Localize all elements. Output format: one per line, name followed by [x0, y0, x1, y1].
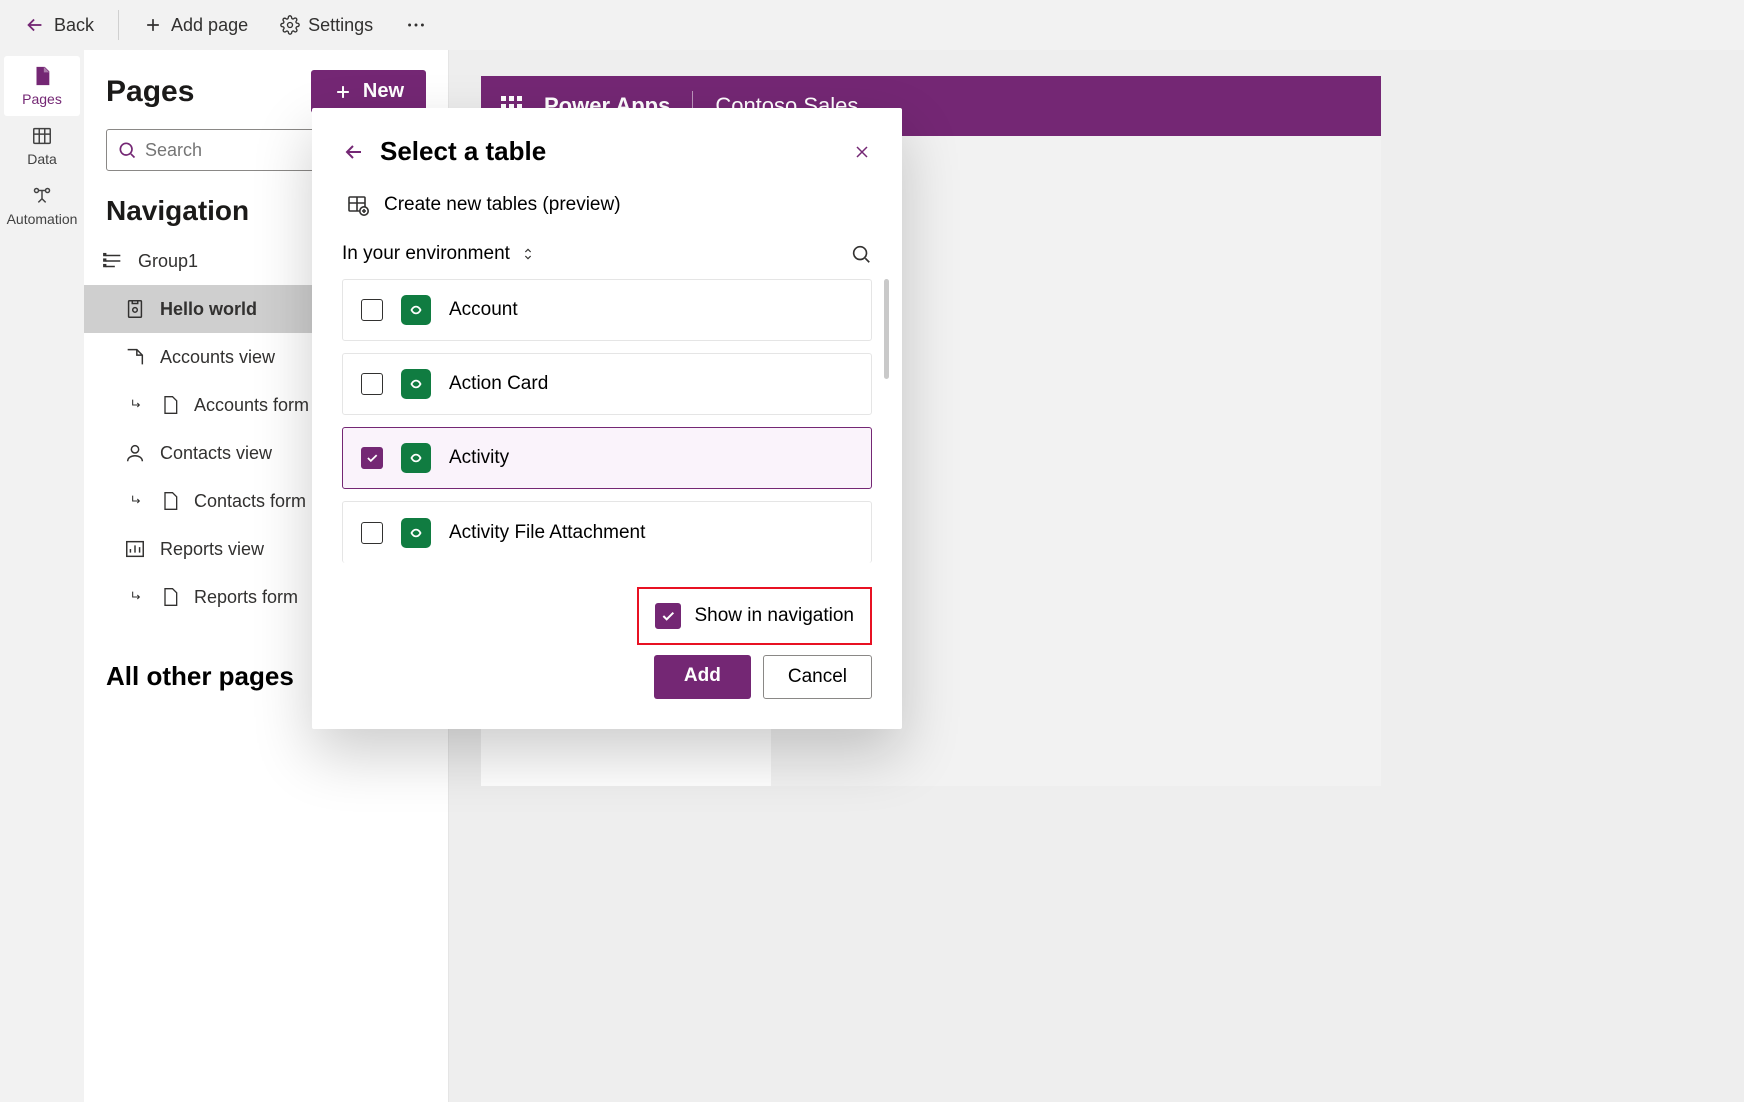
table-label: Action Card	[449, 373, 548, 395]
add-button[interactable]: Add	[654, 655, 751, 699]
new-button[interactable]: New	[311, 70, 426, 113]
table-row-account[interactable]: Account	[342, 279, 872, 341]
search-icon	[117, 140, 137, 160]
left-rail: Pages Data Automation	[0, 50, 84, 1102]
table-label: Activity	[449, 447, 509, 469]
nav-label: Contacts form	[194, 491, 306, 512]
scrollbar[interactable]	[884, 279, 889, 379]
form-icon	[160, 491, 180, 511]
nav-label: Reports form	[194, 587, 298, 608]
dataverse-icon	[401, 443, 431, 473]
arrow-left-icon[interactable]	[342, 140, 366, 164]
search-icon[interactable]	[850, 243, 872, 265]
back-label: Back	[54, 15, 94, 36]
show-in-nav-label: Show in navigation	[695, 605, 855, 627]
page-icon	[31, 65, 53, 87]
more-horizontal-icon	[405, 14, 427, 36]
arrow-left-icon	[24, 14, 46, 36]
create-new-tables-button[interactable]: Create new tables (preview)	[342, 189, 872, 221]
pages-title: Pages	[106, 75, 194, 109]
sort-icon[interactable]	[520, 246, 536, 262]
sub-icon	[130, 397, 146, 413]
rail-label: Data	[27, 151, 57, 167]
nav-label: Contacts view	[160, 443, 272, 464]
nav-label: Reports view	[160, 539, 264, 560]
dataverse-icon	[401, 518, 431, 548]
custom-page-icon	[124, 298, 146, 320]
rail-item-automation[interactable]: Automation	[4, 176, 80, 236]
more-button[interactable]	[391, 8, 441, 42]
sub-icon	[130, 493, 146, 509]
table-row-activity[interactable]: Activity	[342, 427, 872, 489]
nav-label: Group1	[138, 251, 198, 272]
create-new-label: Create new tables (preview)	[384, 194, 621, 216]
person-icon	[124, 442, 146, 464]
settings-button[interactable]: Settings	[266, 9, 387, 42]
settings-label: Settings	[308, 15, 373, 36]
table-label: Account	[449, 299, 518, 321]
chart-icon	[124, 538, 146, 560]
env-label: In your environment	[342, 243, 510, 265]
table-row-action-card[interactable]: Action Card	[342, 353, 872, 415]
add-label: Add	[684, 665, 721, 686]
rail-item-data[interactable]: Data	[4, 116, 80, 176]
plus-icon	[143, 15, 163, 35]
checkbox[interactable]	[361, 299, 383, 321]
close-icon[interactable]	[852, 142, 872, 162]
view-icon	[124, 346, 146, 368]
plus-icon	[333, 82, 353, 102]
nav-label: Hello world	[160, 299, 257, 320]
dataverse-icon	[401, 295, 431, 325]
checkbox[interactable]	[655, 603, 681, 629]
sub-icon	[130, 589, 146, 605]
table-list: Account Action Card Activity Activity Fi…	[342, 279, 872, 563]
rail-label: Pages	[22, 91, 62, 107]
cancel-button[interactable]: Cancel	[763, 655, 872, 699]
nav-label: Accounts form	[194, 395, 309, 416]
nav-label: Accounts view	[160, 347, 275, 368]
table-row-activity-file-attachment[interactable]: Activity File Attachment	[342, 501, 872, 563]
form-icon	[160, 395, 180, 415]
modal-title: Select a table	[380, 136, 838, 167]
rail-item-pages[interactable]: Pages	[4, 56, 80, 116]
back-button[interactable]: Back	[10, 8, 108, 42]
group-icon	[102, 250, 124, 272]
checkbox[interactable]	[361, 447, 383, 469]
table-plus-icon	[346, 193, 370, 217]
toolbar-separator	[118, 10, 119, 40]
select-table-modal: Select a table Create new tables (previe…	[312, 108, 902, 729]
dataverse-icon	[401, 369, 431, 399]
top-toolbar: Back Add page Settings	[0, 0, 1744, 50]
flow-icon	[31, 185, 53, 207]
show-in-navigation-option[interactable]: Show in navigation	[637, 587, 873, 645]
checkbox[interactable]	[361, 522, 383, 544]
checkbox[interactable]	[361, 373, 383, 395]
table-icon	[31, 125, 53, 147]
table-label: Activity File Attachment	[449, 522, 645, 544]
add-page-label: Add page	[171, 15, 248, 36]
gear-icon	[280, 15, 300, 35]
cancel-label: Cancel	[788, 666, 847, 687]
rail-label: Automation	[7, 211, 78, 227]
new-label: New	[363, 80, 404, 103]
form-icon	[160, 587, 180, 607]
add-page-button[interactable]: Add page	[129, 9, 262, 42]
